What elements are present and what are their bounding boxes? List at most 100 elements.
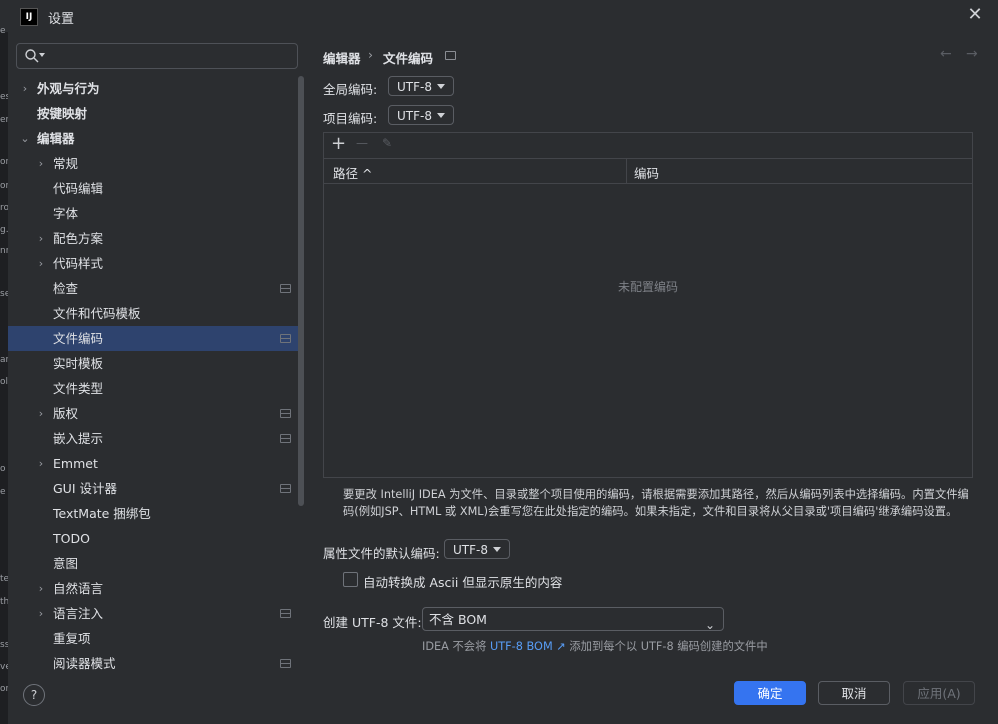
sidebar-item-label: TODO [53,531,90,546]
bom-dropdown[interactable]: 不含 BOM ⌄ [422,607,724,632]
intellij-logo-icon: IJ [20,8,38,26]
chevron-right-icon[interactable]: › [36,226,46,251]
close-icon[interactable]: ✕ [966,6,984,24]
sidebar-item-label: 字体 [53,206,79,221]
sidebar-item[interactable]: 检查 [8,276,298,301]
breadcrumb-parent: 编辑器 [323,51,361,66]
help-button[interactable]: ? [23,684,45,706]
global-encoding-dropdown[interactable]: UTF-8 [388,76,454,96]
chevron-right-icon[interactable]: › [36,576,46,601]
project-encoding-label: 项目编码: [323,111,378,126]
chevron-down-icon [437,113,445,118]
sidebar-item-label: 代码编辑 [53,181,104,196]
sidebar-item[interactable]: 文件类型 [8,376,298,401]
chevron-down-icon [493,547,501,552]
properties-encoding-dropdown[interactable]: UTF-8 [444,539,510,559]
background-edge-fragment: se [0,289,8,299]
properties-encoding-label: 属性文件的默认编码: [323,546,440,561]
sidebar-item[interactable]: 实时模板 [8,351,298,376]
table-empty-text: 未配置编码 [617,280,678,294]
sidebar-item[interactable]: › 语言注入 [8,601,298,626]
sidebar-item[interactable]: 字体 [8,201,298,226]
background-edge-fragment: es [0,92,8,102]
breadcrumb-separator: › [368,47,373,62]
sidebar-item[interactable]: 按键映射 [8,101,298,126]
sidebar-item[interactable]: 文件和代码模板 [8,301,298,326]
chevron-right-icon[interactable]: › [36,151,46,176]
background-edge-fragment: te [0,574,8,584]
background-edge-fragment: or [0,181,8,191]
ascii-checkbox[interactable] [343,572,358,587]
edit-icon[interactable]: ✎ [382,136,392,150]
project-scope-icon [280,284,291,293]
sidebar-item-label: 语言注入 [53,606,104,621]
sidebar-item-label: 重复项 [53,631,91,646]
chevron-right-icon[interactable]: › [36,401,46,426]
apply-button[interactable]: 应用(A) [903,681,975,705]
global-encoding-label: 全局编码: [323,82,378,97]
background-edge-fragment: ve [0,662,8,672]
project-scope-icon [280,484,291,493]
sidebar-item[interactable]: TextMate 捆绑包 [8,501,298,526]
background-edge-fragment: g. [0,225,8,235]
background-edge-fragment: e [0,487,6,497]
background-edge-fragment: ol [0,377,8,387]
remove-icon[interactable]: — [356,136,368,150]
sidebar-item-label: 版权 [53,406,79,421]
sidebar-item[interactable]: 阅读器模式 [8,651,298,676]
background-edge-fragment: nr [0,246,8,256]
sidebar-item[interactable]: › 自然语言 [8,576,298,601]
back-arrow-icon[interactable]: ← [940,46,952,62]
project-scope-icon [280,659,291,668]
sidebar-scrollbar[interactable] [298,76,304,506]
window-title: 设置 [48,12,75,27]
chevron-down-icon[interactable]: ⌄ [20,126,30,151]
search-icon [25,49,39,63]
sidebar-item[interactable]: › 配色方案 [8,226,298,251]
sidebar-item[interactable]: TODO [8,526,298,551]
sidebar-item[interactable]: › 常规 [8,151,298,176]
sidebar-item[interactable]: GUI 设计器 [8,476,298,501]
chevron-right-icon[interactable]: › [20,76,30,101]
sidebar-item-label: Emmet [53,456,98,471]
utf8-bom-link[interactable]: UTF-8 BOM ↗ [490,640,566,653]
column-divider[interactable] [626,159,627,183]
add-icon[interactable]: + [331,133,346,154]
sidebar-item-label: TextMate 捆绑包 [53,506,151,521]
sidebar-item-label: 按键映射 [37,106,88,121]
ascii-checkbox-label[interactable]: 自动转换成 Ascii 但显示原生的内容 [363,572,562,591]
bom-hint: IDEA 不会将 UTF-8 BOM ↗ 添加到每个以 UTF-8 编码创建的文… [422,638,768,654]
background-edge-fragment: or [0,684,8,694]
sidebar-item-label: 意图 [53,556,79,571]
sidebar-item[interactable]: › 外观与行为 [8,76,298,101]
sidebar-item[interactable]: 嵌入提示 [8,426,298,451]
sidebar-item[interactable]: 意图 [8,551,298,576]
search-history-icon[interactable] [39,53,45,57]
sidebar-item[interactable]: 重复项 [8,626,298,651]
sidebar-item[interactable]: › Emmet [8,451,298,476]
chevron-right-icon[interactable]: › [36,251,46,276]
sidebar-item-label: 代码样式 [53,256,104,271]
forward-arrow-icon[interactable]: → [966,46,978,62]
chevron-right-icon[interactable]: › [36,601,46,626]
sidebar-item[interactable]: ⌄ 编辑器 [8,126,298,151]
sidebar-item-label: 嵌入提示 [53,431,104,446]
chevron-down-icon [437,84,445,89]
sidebar-item[interactable]: › 版权 [8,401,298,426]
project-scope-icon [280,334,291,343]
cancel-button[interactable]: 取消 [818,681,890,705]
sidebar-item[interactable]: › 代码样式 [8,251,298,276]
ok-button[interactable]: 确定 [734,681,806,705]
project-scope-icon [280,409,291,418]
sidebar-item[interactable]: 代码编辑 [8,176,298,201]
column-path-header[interactable]: 路径 ^ [333,163,372,182]
background-edge-fragment: er [0,115,8,125]
sidebar-item-label: 检查 [53,281,79,296]
bom-label: 创建 UTF-8 文件: [323,615,422,630]
project-encoding-dropdown[interactable]: UTF-8 [388,105,454,125]
sidebar-item-label: 编辑器 [37,131,75,146]
sidebar-item[interactable]: 文件编码 [8,326,298,351]
column-encoding-header[interactable]: 编码 [634,163,659,182]
search-input[interactable] [16,43,298,69]
chevron-right-icon[interactable]: › [36,451,46,476]
